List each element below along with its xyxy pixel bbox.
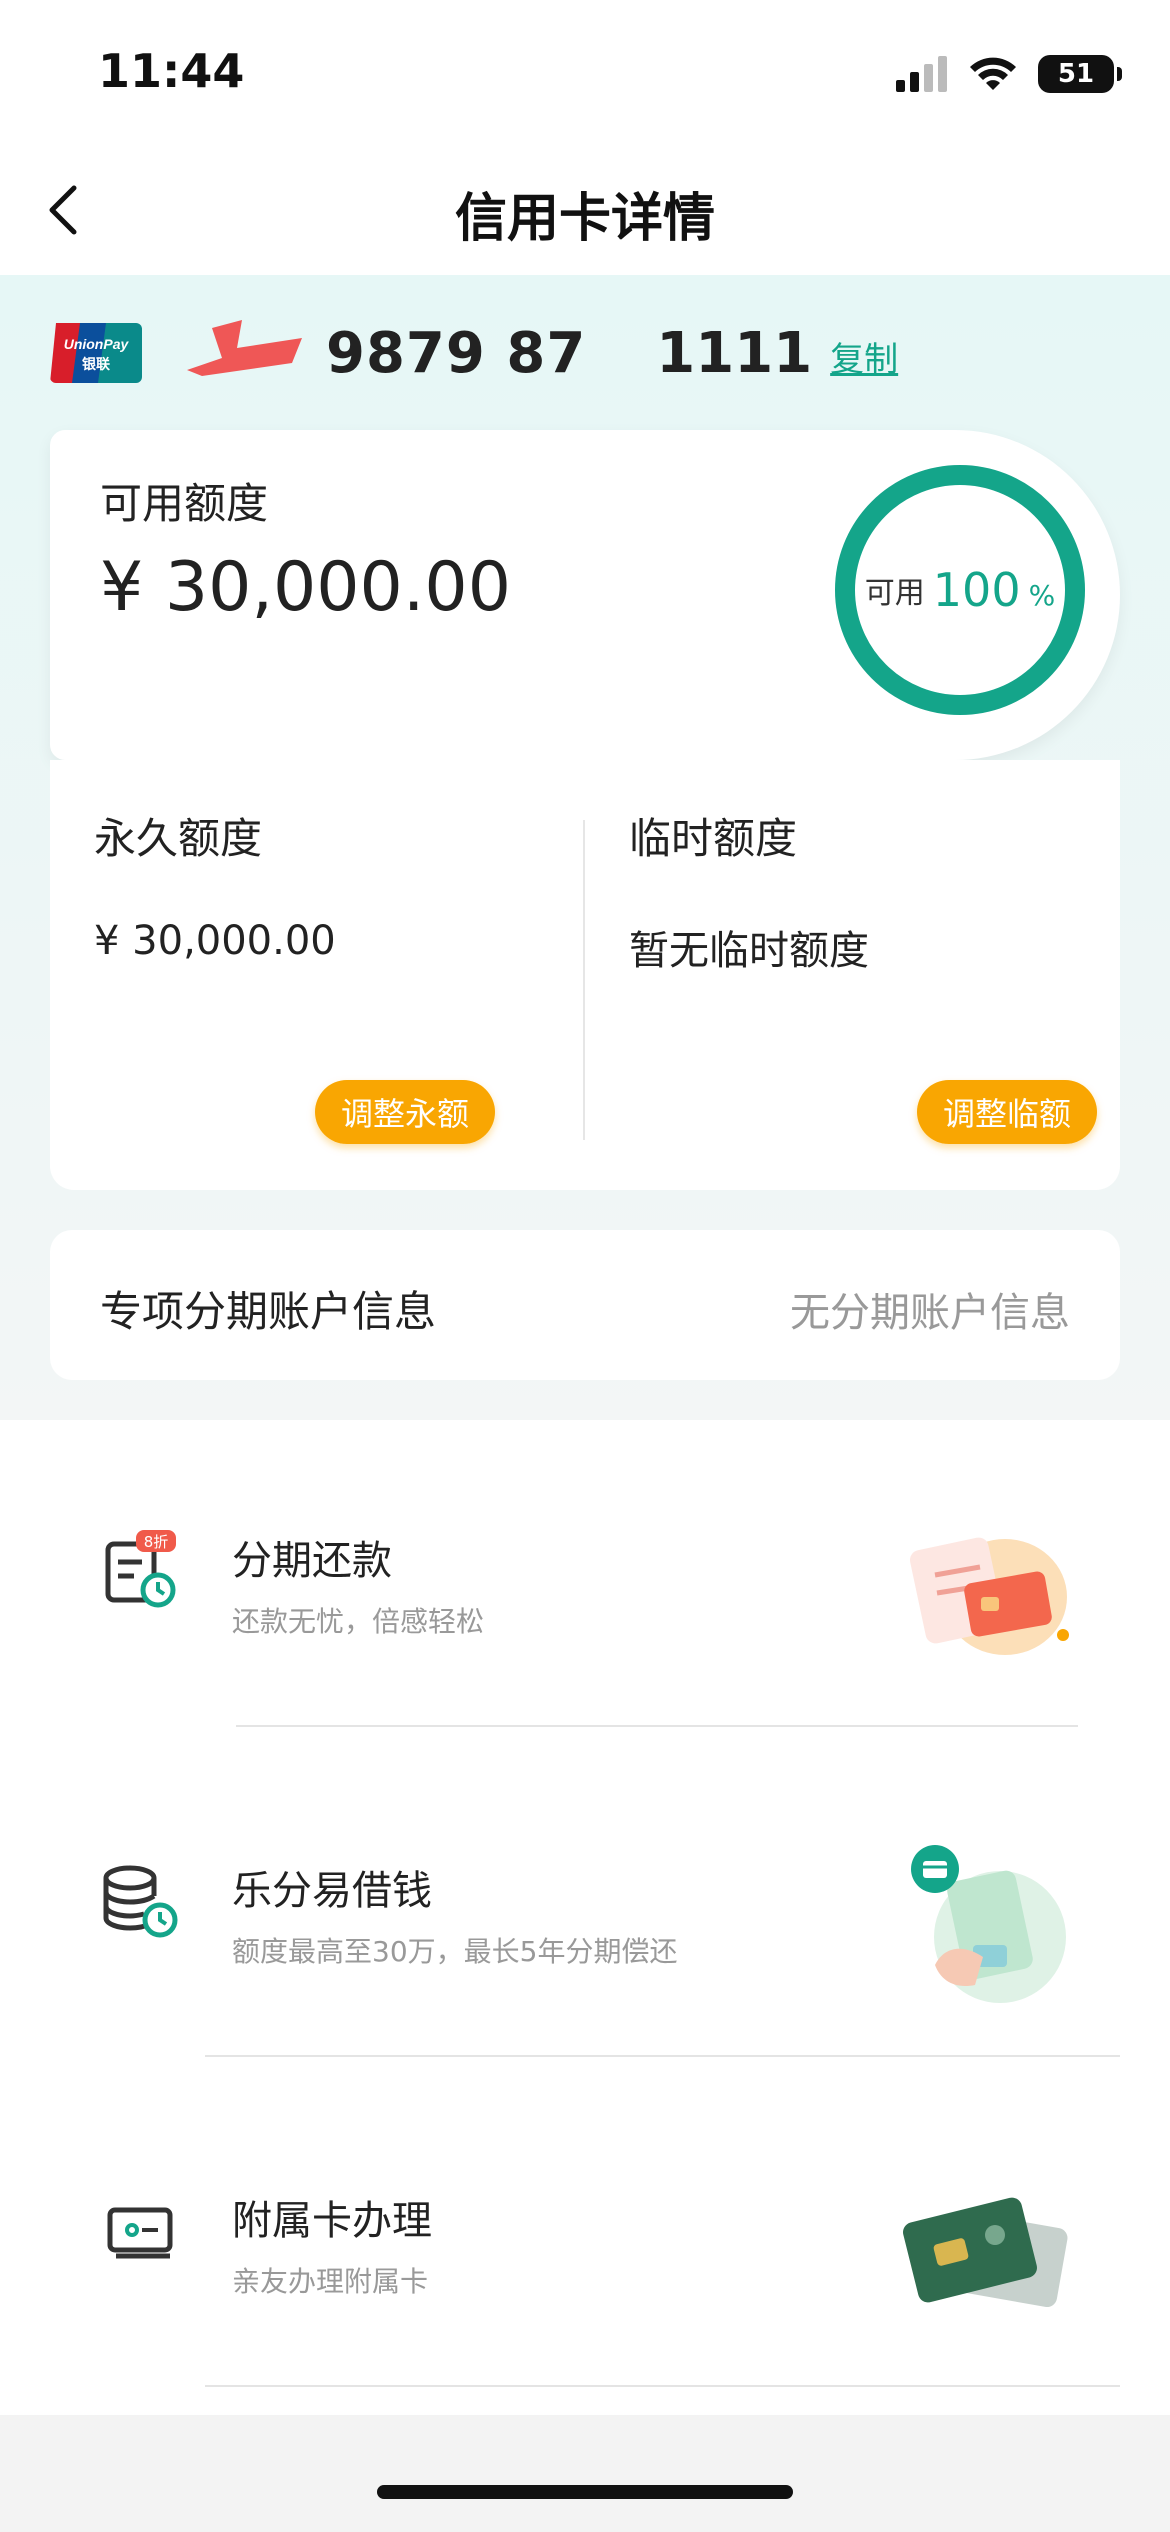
status-time: 11:44 — [98, 44, 245, 98]
quota-panel: 永久额度 ¥ 30,000.00 调整永额 临时额度 暂无临时额度 调整临额 — [50, 760, 1120, 1190]
ring-label: 可用 — [864, 576, 925, 611]
installment-account-row[interactable]: 专项分期账户信息 无分期账户信息 — [50, 1230, 1120, 1380]
card-number-row: UnionPay 银联 9879 87 1111 复制 — [50, 313, 898, 393]
discount-badge: 8折 — [144, 1533, 169, 1551]
installment-bill-icon: 8折 — [105, 1530, 176, 1608]
card-number-suffix: 1111 — [656, 320, 813, 386]
temporary-quota-title: 临时额度 — [629, 814, 798, 863]
svg-text:银联: 银联 — [82, 356, 111, 373]
ring-percent: 100 — [932, 563, 1021, 617]
available-credit-card: 可用额度 ¥ 30,000.00 可用 100 % — [50, 430, 1120, 760]
permanent-quota-title: 永久额度 — [94, 814, 263, 863]
list-item-loan[interactable]: 乐分易借钱 额度最高至30万，最长5年分期偿还 — [0, 1750, 1170, 2080]
service-subtitle: 还款无忧，倍感轻松 — [232, 1605, 485, 1638]
nav-bar: 信用卡详情 — [0, 140, 1170, 275]
status-bar: 11:44 51 — [0, 0, 1170, 140]
available-credit-amount: ¥ 30,000.00 — [100, 548, 511, 627]
coin-stack-clock-icon — [103, 1865, 178, 1938]
service-title: 乐分易借钱 — [232, 1868, 432, 1914]
list-divider — [205, 2385, 1120, 2387]
list-item-supplementary-card[interactable]: 附属卡办理 亲友办理附属卡 — [0, 2080, 1170, 2410]
repayment-illustration-icon — [909, 1537, 1069, 1655]
temporary-quota-value: 暂无临时额度 — [629, 928, 869, 974]
home-indicator — [377, 2485, 793, 2499]
list-divider — [205, 2055, 1120, 2057]
list-divider — [236, 1725, 1078, 1727]
wifi-icon — [970, 57, 1016, 90]
service-title: 附属卡办理 — [232, 2198, 432, 2244]
list-item-installment-repayment[interactable]: 8折 分期还款 还款无忧，倍感轻松 — [0, 1420, 1170, 1750]
adjust-permanent-button[interactable]: 调整永额 — [315, 1080, 496, 1144]
service-subtitle: 亲友办理附属卡 — [232, 2265, 429, 2298]
redaction-mark — [187, 320, 302, 376]
service-title: 分期还款 — [232, 1538, 392, 1584]
card-detail-section: UnionPay 银联 9879 87 1111 复制 可用额度 ¥ 30,00… — [0, 275, 1170, 1420]
availability-ring-text: 可用 100 % — [830, 460, 1090, 720]
copy-card-number-link[interactable]: 复制 — [830, 332, 898, 381]
permanent-quota: 永久额度 ¥ 30,000.00 调整永额 — [50, 760, 580, 1190]
temporary-quota: 临时额度 暂无临时额度 调整临额 — [585, 760, 1120, 1190]
ring-unit: % — [1028, 578, 1056, 612]
status-icons: 51 — [896, 52, 1122, 96]
installment-account-value: 无分期账户信息 — [790, 1290, 1070, 1336]
available-credit-label: 可用额度 — [100, 479, 269, 528]
services-list: 8折 分期还款 还款无忧，倍感轻松 乐分易借钱 额度最高至30万，最长5年分期偿… — [0, 1420, 1170, 2415]
page-title: 信用卡详情 — [454, 189, 715, 249]
svg-text:UnionPay: UnionPay — [64, 336, 130, 352]
loan-illustration-icon — [911, 1845, 1066, 2003]
service-subtitle: 额度最高至30万，最长5年分期偿还 — [232, 1935, 678, 1968]
adjust-temporary-button[interactable]: 调整临额 — [917, 1080, 1098, 1144]
signal-icon — [896, 56, 947, 92]
permanent-quota-value: ¥ 30,000.00 — [94, 918, 336, 964]
battery-icon: 51 — [1038, 55, 1122, 93]
card-icon — [107, 2207, 173, 2259]
installment-account-label: 专项分期账户信息 — [100, 1287, 437, 1336]
supplementary-card-illustration-icon — [903, 2197, 1068, 2308]
card-number-prefix: 9879 87 — [326, 320, 587, 386]
unionpay-logo-icon: UnionPay 银联 — [50, 323, 142, 383]
